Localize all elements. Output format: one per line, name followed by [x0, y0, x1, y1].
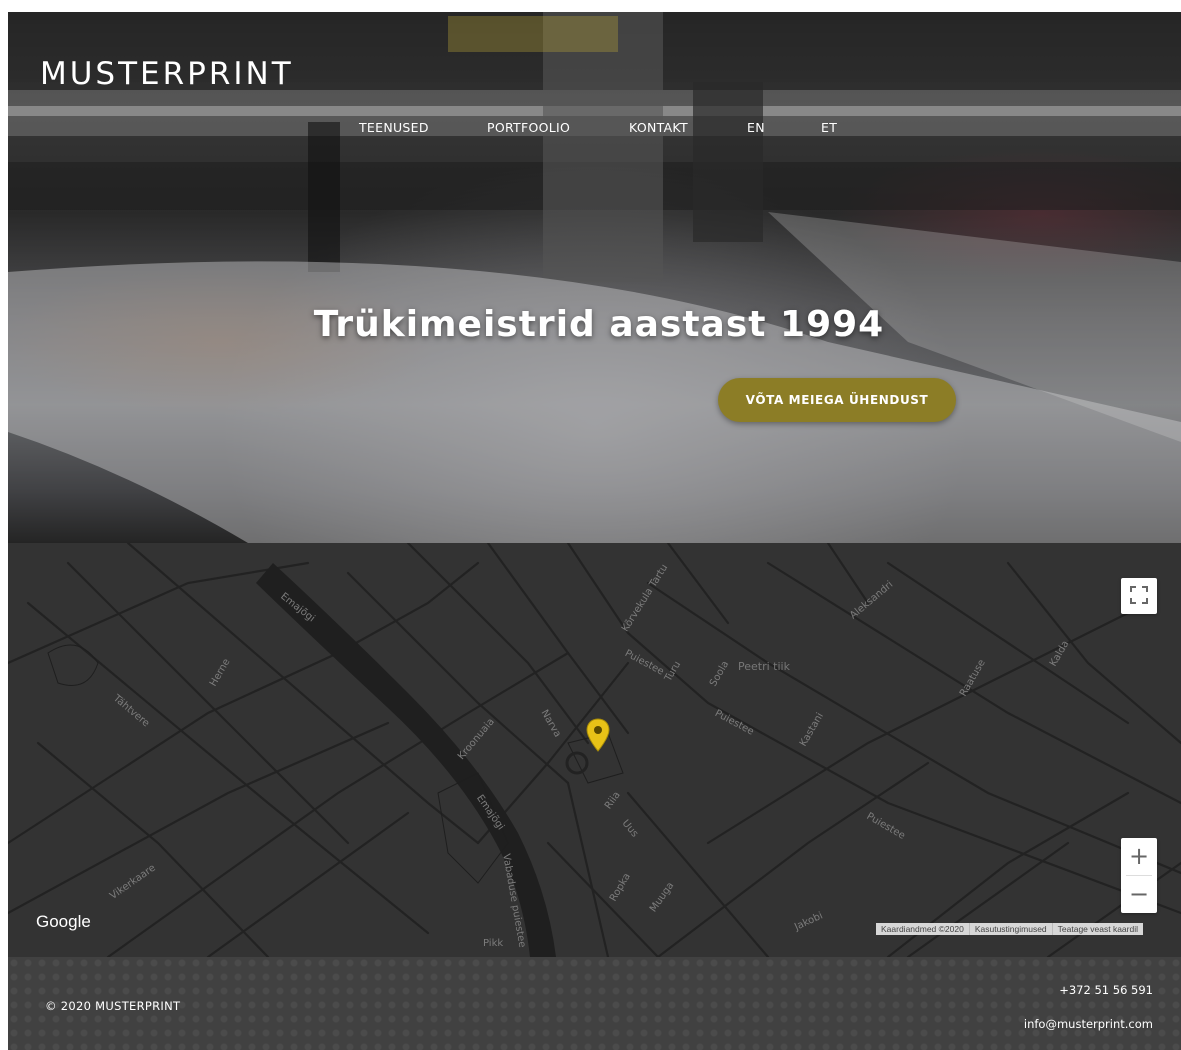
zoom-in-button[interactable]: +	[1121, 838, 1157, 875]
place-label: Peetri tiik	[738, 660, 790, 673]
terms-link[interactable]: Kasutustingimused	[970, 923, 1053, 935]
phone-link[interactable]: +372 51 56 591	[1059, 983, 1153, 997]
street-label: Pikk	[483, 938, 504, 949]
nav-item-lang-et[interactable]: ET	[821, 120, 837, 135]
contact-us-button[interactable]: VÕTA MEIEGA ÜHENDUST	[718, 378, 956, 422]
location-marker-icon[interactable]	[586, 718, 610, 752]
nav-item-kontakt[interactable]: KONTAKT	[629, 120, 688, 135]
report-error-link[interactable]: Teatage veast kaardil	[1053, 923, 1143, 935]
google-logo[interactable]: Google	[36, 912, 91, 932]
map-attribution: Kaardiandmed ©2020 Kasutustingimused Tea…	[876, 923, 1143, 935]
email-link[interactable]: info@musterprint.com	[1024, 1017, 1153, 1031]
zoom-out-button[interactable]: −	[1121, 876, 1157, 913]
fullscreen-button[interactable]	[1121, 578, 1157, 614]
copyright-text: © 2020 MUSTERPRINT	[45, 999, 181, 1013]
nav-item-lang-en[interactable]: EN	[747, 120, 765, 135]
site-logo[interactable]: MUSTERPRINT	[40, 56, 294, 92]
footer: © 2020 MUSTERPRINT +372 51 56 591 info@m…	[8, 957, 1181, 1050]
nav-item-teenused[interactable]: TEENUSED	[359, 120, 429, 135]
main-nav: TEENUSED PORTFOOLIO KONTAKT EN ET	[8, 120, 1181, 140]
map-data-credit: Kaardiandmed ©2020	[876, 923, 970, 935]
map-section[interactable]: Emajõgi Emajõgi Kroonuaia Puiestee Puies…	[8, 543, 1181, 957]
hero-title: Trükimeistrid aastast 1994	[313, 304, 885, 345]
fullscreen-icon	[1130, 585, 1148, 604]
page-frame: MUSTERPRINT TEENUSED PORTFOOLIO KONTAKT …	[8, 12, 1181, 1050]
nav-item-portfoolio[interactable]: PORTFOOLIO	[487, 120, 570, 135]
hero-section: MUSTERPRINT TEENUSED PORTFOOLIO KONTAKT …	[8, 12, 1181, 543]
zoom-controls: + −	[1121, 838, 1157, 913]
